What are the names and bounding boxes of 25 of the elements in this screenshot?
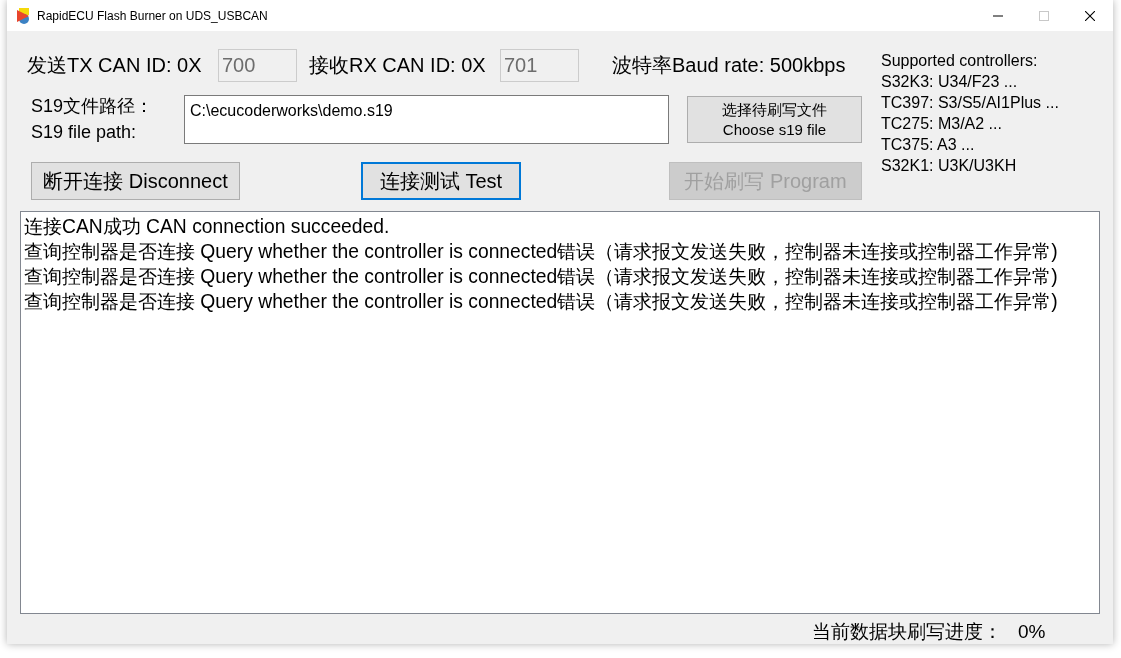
log-line: 查询控制器是否连接 Query whether the controller is connected错误（请求报文发送失败，控制器未连接或控制器工作异常) [24, 265, 1058, 289]
supported-title: Supported controllers: [881, 51, 1039, 71]
controller-item: S32K1: U3K/U3KH [881, 156, 1018, 176]
choose-file-button[interactable]: 选择待刷写文件 Choose s19 file [687, 96, 862, 143]
progress-label: 当前数据块刷写进度： [812, 619, 1002, 644]
controller-item: S32K3: U34/F23 ... [881, 72, 1019, 92]
file-path-label: S19 file path: [31, 121, 138, 144]
controller-item: TC375: A3 ... [881, 135, 976, 155]
file-path-label: S19文件路径： [31, 95, 155, 118]
disconnect-button[interactable]: 断开连接 Disconnect [31, 162, 240, 200]
test-button[interactable]: 连接测试 Test [361, 162, 521, 200]
can-id-label: 发送TX CAN ID: 0X [27, 53, 203, 78]
close-icon [1085, 10, 1095, 21]
controller-item: TC397: S3/S5/AI1Plus ... [881, 93, 1059, 113]
maximize-icon [1039, 10, 1049, 21]
log-line: 查询控制器是否连接 Query whether the controller is connected错误（请求报文发送失败，控制器未连接或控制器工作异常) [24, 240, 1058, 264]
progress-value: 0% [1018, 619, 1046, 644]
window-title: RapidECU Flash Burner on UDS_USBCAN [37, 9, 268, 22]
controller-item: TC275: M3/A2 ... [881, 114, 1003, 134]
can-id-label: 接收RX CAN ID: 0X [309, 53, 487, 78]
file-path-field[interactable]: C:\ecucoderworks\demo.s19 [184, 95, 669, 144]
app-icon [16, 7, 32, 24]
log-line: 查询控制器是否连接 Query whether the controller is connected错误（请求报文发送失败，控制器未连接或控制器工作异常) [24, 290, 1058, 314]
log-line: 连接CAN成功 CAN connection succeeded. [24, 215, 390, 239]
baud-rate-label: 波特率Baud rate: 500kbps [612, 53, 846, 78]
